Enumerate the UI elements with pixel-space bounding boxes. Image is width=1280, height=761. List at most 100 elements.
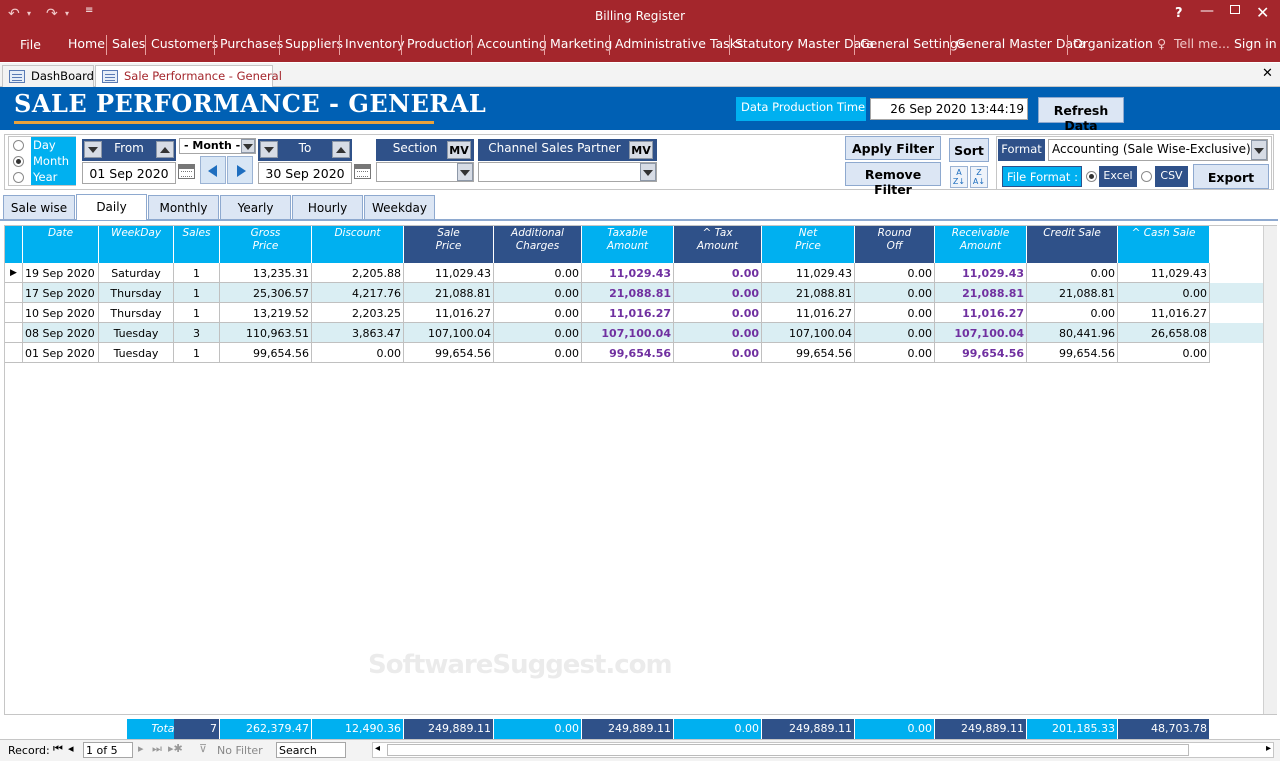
- row-selector[interactable]: [5, 323, 23, 343]
- table-cell-net[interactable]: 11,016.27: [762, 303, 855, 323]
- new-record-icon[interactable]: ▸✱: [168, 742, 183, 755]
- scroll-right-icon[interactable]: ▸: [1266, 743, 1271, 754]
- menu-home[interactable]: Home: [68, 36, 105, 51]
- table-cell-net[interactable]: 11,029.43: [762, 263, 855, 283]
- column-header-sale-price[interactable]: Sale Price: [404, 226, 494, 263]
- tab-monthly[interactable]: Monthly: [148, 195, 219, 219]
- table-cell-discount[interactable]: 3,863.47: [312, 323, 404, 343]
- to-calendar-icon[interactable]: [354, 164, 371, 179]
- column-header-add-charges[interactable]: Additional Charges: [494, 226, 582, 263]
- table-cell-credit[interactable]: 21,088.81: [1027, 283, 1118, 303]
- table-cell-weekday[interactable]: Thursday: [99, 303, 174, 323]
- tell-me-search[interactable]: Tell me...: [1174, 36, 1230, 51]
- doc-tab-dashboard[interactable]: DashBoard: [2, 65, 94, 87]
- column-header-credit[interactable]: Credit Sale: [1027, 226, 1118, 263]
- table-cell-taxable[interactable]: 21,088.81: [582, 283, 674, 303]
- table-cell-round[interactable]: 0.00: [855, 263, 935, 283]
- vertical-scrollbar[interactable]: [1263, 226, 1277, 714]
- sort-descending-icon[interactable]: Z A↓: [970, 166, 988, 188]
- horizontal-scrollbar[interactable]: ◂ ▸: [372, 742, 1274, 758]
- table-cell-date[interactable]: 10 Sep 2020: [23, 303, 99, 323]
- next-period-button[interactable]: [227, 156, 253, 184]
- menu-administrative-tasks[interactable]: Administrative Tasks: [615, 36, 743, 51]
- column-header-weekday[interactable]: WeekDay: [99, 226, 174, 263]
- close-tab-icon[interactable]: ✕: [1262, 66, 1273, 81]
- menu-marketing[interactable]: Marketing: [550, 36, 612, 51]
- minimize-icon[interactable]: —: [1200, 3, 1214, 19]
- table-cell-cash[interactable]: 26,658.08: [1118, 323, 1210, 343]
- table-cell-receivable[interactable]: 11,016.27: [935, 303, 1027, 323]
- table-cell-taxable[interactable]: 11,029.43: [582, 263, 674, 283]
- tab-sale-wise[interactable]: Sale wise: [3, 195, 75, 219]
- column-header-gross[interactable]: Gross Price: [220, 226, 312, 263]
- table-cell-sales[interactable]: 1: [174, 283, 220, 303]
- menu-production[interactable]: Production: [407, 36, 474, 51]
- table-cell-round[interactable]: 0.00: [855, 323, 935, 343]
- to-date-field[interactable]: 30 Sep 2020: [258, 162, 352, 184]
- restore-icon[interactable]: [1230, 5, 1240, 14]
- table-cell-net[interactable]: 21,088.81: [762, 283, 855, 303]
- month-select[interactable]: - Month -: [179, 138, 256, 154]
- help-icon[interactable]: ?: [1175, 6, 1183, 21]
- scroll-left-icon[interactable]: ◂: [375, 743, 380, 754]
- apply-filter-button[interactable]: Apply Filter: [845, 136, 941, 160]
- column-header-round[interactable]: Round Off: [855, 226, 935, 263]
- table-cell-sales[interactable]: 1: [174, 343, 220, 363]
- table-cell-net[interactable]: 99,654.56: [762, 343, 855, 363]
- table-cell-date[interactable]: 01 Sep 2020: [23, 343, 99, 363]
- table-cell-add-charges[interactable]: 0.00: [494, 323, 582, 343]
- table-cell-date[interactable]: 08 Sep 2020: [23, 323, 99, 343]
- table-cell-receivable[interactable]: 21,088.81: [935, 283, 1027, 303]
- row-selector[interactable]: ▶: [5, 263, 23, 283]
- table-cell-taxable[interactable]: 11,016.27: [582, 303, 674, 323]
- table-cell-sales[interactable]: 1: [174, 263, 220, 283]
- table-cell-gross[interactable]: 13,219.52: [220, 303, 312, 323]
- lightbulb-icon[interactable]: ♀: [1157, 36, 1166, 51]
- prev-record-icon[interactable]: ◂: [68, 742, 74, 755]
- column-header-tax[interactable]: ^ Tax Amount: [674, 226, 762, 263]
- table-cell-weekday[interactable]: Saturday: [99, 263, 174, 283]
- table-cell-weekday[interactable]: Tuesday: [99, 323, 174, 343]
- radio-csv[interactable]: [1141, 171, 1152, 182]
- table-cell-add-charges[interactable]: 0.00: [494, 303, 582, 323]
- table-cell-receivable[interactable]: 11,029.43: [935, 263, 1027, 283]
- format-select[interactable]: Accounting (Sale Wise-Exclusive): [1048, 139, 1268, 161]
- row-selector[interactable]: [5, 283, 23, 303]
- table-cell-sales[interactable]: 1: [174, 303, 220, 323]
- radio-excel[interactable]: [1086, 171, 1097, 182]
- section-mv-button[interactable]: MV: [447, 141, 471, 159]
- table-cell-cash[interactable]: 0.00: [1118, 343, 1210, 363]
- table-cell-tax[interactable]: 0.00: [674, 283, 762, 303]
- table-cell-cash[interactable]: 11,029.43: [1118, 263, 1210, 283]
- table-cell-tax[interactable]: 0.00: [674, 303, 762, 323]
- search-field[interactable]: Search: [276, 742, 346, 758]
- section-dropdown-icon[interactable]: [457, 163, 473, 181]
- table-cell-sales[interactable]: 3: [174, 323, 220, 343]
- column-header-receivable[interactable]: Receivable Amount: [935, 226, 1027, 263]
- table-cell-taxable[interactable]: 107,100.04: [582, 323, 674, 343]
- scroll-thumb[interactable]: [387, 744, 1189, 756]
- tab-daily[interactable]: Daily: [76, 194, 147, 220]
- from-prev-button[interactable]: [84, 141, 102, 158]
- table-cell-tax[interactable]: 0.00: [674, 323, 762, 343]
- tab-hourly[interactable]: Hourly: [292, 195, 363, 219]
- record-position-field[interactable]: 1 of 5: [83, 742, 133, 758]
- menu-inventory[interactable]: Inventory: [345, 36, 405, 51]
- prev-period-button[interactable]: [200, 156, 226, 184]
- column-header-net[interactable]: Net Price: [762, 226, 855, 263]
- last-record-icon[interactable]: ⏭: [152, 742, 162, 756]
- to-next-button[interactable]: [332, 141, 350, 158]
- table-cell-credit[interactable]: 0.00: [1027, 303, 1118, 323]
- filter-icon[interactable]: ⊽: [199, 742, 207, 755]
- radio-day[interactable]: [13, 140, 24, 151]
- column-header-date[interactable]: Date: [23, 226, 99, 263]
- row-selector[interactable]: [5, 303, 23, 323]
- sort-ascending-icon[interactable]: A Z↓: [950, 166, 968, 188]
- table-cell-discount[interactable]: 4,217.76: [312, 283, 404, 303]
- table-cell-net[interactable]: 107,100.04: [762, 323, 855, 343]
- tab-yearly[interactable]: Yearly: [220, 195, 291, 219]
- table-cell-date[interactable]: 17 Sep 2020: [23, 283, 99, 303]
- format-dropdown-icon[interactable]: [1251, 140, 1267, 160]
- radio-year[interactable]: [13, 172, 24, 183]
- file-menu[interactable]: File: [20, 37, 41, 52]
